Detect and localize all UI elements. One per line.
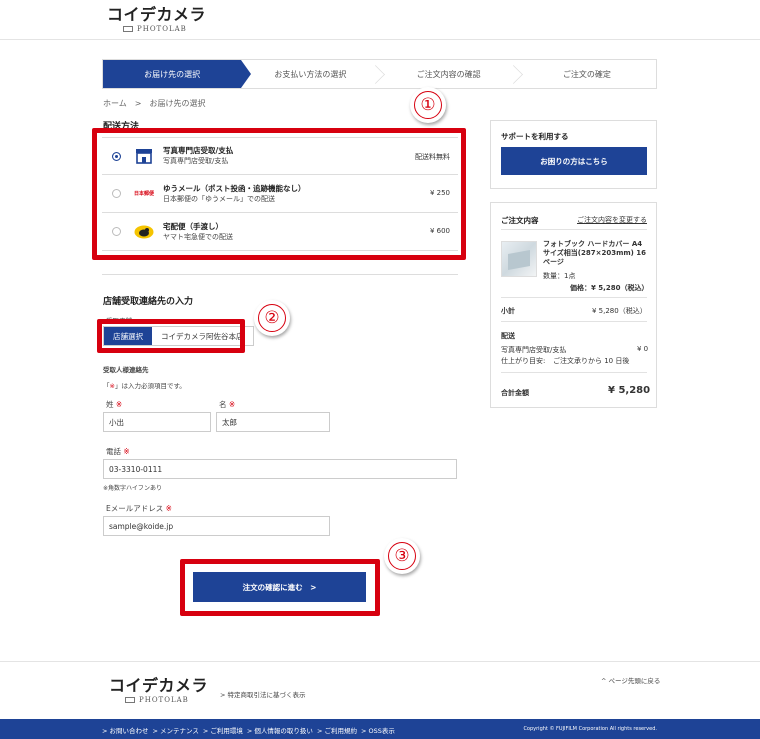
- shipping-method: 写真専門店受取/支払: [501, 346, 567, 354]
- marker-2-label: ②: [258, 304, 286, 332]
- photolab-icon: [125, 697, 135, 703]
- marker-1-label: ①: [414, 91, 442, 119]
- logo-sub-label: PHOTOLAB: [137, 25, 187, 33]
- marker-1: ①: [410, 87, 446, 123]
- divider: [501, 321, 647, 322]
- footer-nav: > お問い合わせ > メンテナンス > ご利用環境 > 個人情報の取り扱い > …: [102, 725, 395, 735]
- total-label: 合計金額: [501, 389, 529, 397]
- copyright: Copyright © FUJIFILM Corporation All rig…: [523, 726, 657, 732]
- support-title: サポートを利用する: [501, 132, 569, 141]
- email-label: Eメールアドレス ※: [106, 504, 172, 513]
- page-top-link[interactable]: ^ ページ先頭に戻る: [601, 675, 660, 685]
- shipping-price: ¥ 0: [637, 345, 649, 353]
- order-title: ご注文内容: [501, 216, 539, 225]
- divider: [501, 297, 647, 298]
- change-order-link[interactable]: ご注文内容を変更する: [577, 215, 647, 225]
- product-name: フォトブック ハードカバー A4サイズ相当(287×203mm) 16ページ: [543, 240, 647, 266]
- phone-note: ※角数字ハイフンあり: [103, 485, 163, 492]
- divider: [501, 372, 647, 373]
- highlight-box-1: [92, 128, 466, 260]
- phone-label: 電話 ※: [106, 447, 130, 456]
- footer-logo-subtext: PHOTOLAB: [125, 695, 208, 705]
- footer-link-maintenance[interactable]: > メンテナンス: [153, 725, 199, 735]
- divider: [501, 229, 647, 230]
- marker-3-label: ③: [388, 542, 416, 570]
- step-confirm: ご注文内容の確認: [380, 60, 518, 88]
- finish-estimate-label: 仕上がり目安:: [501, 357, 546, 365]
- step-payment: お支払い方法の選択: [241, 60, 379, 88]
- footer-logo[interactable]: コイデカメラ PHOTOLAB: [109, 677, 208, 705]
- product-thumbnail: [501, 241, 537, 277]
- first-name-label: 名 ※: [219, 400, 236, 409]
- section-divider: [102, 274, 458, 275]
- highlight-box-3: [180, 559, 380, 616]
- product-price: 価格：¥ 5,280（税込）: [570, 284, 649, 292]
- contact-label: 受取人様連絡先: [103, 366, 149, 374]
- footer-link-environment[interactable]: > ご利用環境: [203, 725, 243, 735]
- phone-input[interactable]: 03-3310-0111: [103, 459, 457, 479]
- last-name-label: 姓 ※: [106, 400, 123, 409]
- last-name-input[interactable]: 小出: [103, 412, 211, 432]
- store-contact-title: 店舗受取連絡先の入力: [103, 297, 194, 307]
- required-note: 「※」は入力必須項目です。: [103, 382, 186, 390]
- shipping-label: 配送: [501, 332, 515, 340]
- subtotal-value: ¥ 5,280（税込）: [592, 307, 647, 315]
- order-summary-box: [490, 202, 657, 408]
- email-input[interactable]: sample@koide.jp: [103, 516, 330, 536]
- site-logo[interactable]: コイデカメラ PHOTOLAB: [107, 6, 206, 34]
- subtotal-label: 小計: [501, 307, 515, 315]
- logo-text: コイデカメラ: [107, 5, 207, 24]
- footer-link-terms[interactable]: > ご利用規約: [317, 725, 357, 735]
- breadcrumb: ホーム > お届け先の選択: [103, 99, 206, 108]
- product-qty: 数量：1点: [543, 272, 576, 280]
- highlight-box-2: [97, 319, 245, 353]
- logo-subtext: PHOTOLAB: [123, 24, 206, 34]
- step-delivery: お届け先の選択: [103, 60, 252, 88]
- footer-logo-sub-label: PHOTOLAB: [139, 696, 189, 704]
- footer-link-contact[interactable]: > お問い合わせ: [102, 725, 149, 735]
- help-button[interactable]: お困りの方はこちら: [501, 147, 647, 175]
- finish-estimate-value: ご注文承りから 10 日後: [553, 357, 630, 365]
- footer-bar: > お問い合わせ > メンテナンス > ご利用環境 > 個人情報の取り扱い > …: [0, 719, 760, 739]
- total-value: ¥ 5,280: [608, 385, 651, 396]
- footer-logo-text: コイデカメラ: [109, 676, 209, 695]
- footer-link-privacy[interactable]: > 個人情報の取り扱い: [247, 725, 313, 735]
- photolab-icon: [123, 26, 133, 32]
- first-name-input[interactable]: 太郎: [216, 412, 330, 432]
- checkout-steps: お届け先の選択 お支払い方法の選択 ご注文内容の確認 ご注文の確定: [102, 59, 657, 89]
- step-complete: ご注文の確定: [562, 69, 611, 79]
- footer-link-oss[interactable]: > OSS表示: [361, 725, 395, 735]
- marker-2: ②: [254, 300, 290, 336]
- site-header: コイデカメラ PHOTOLAB: [0, 0, 760, 40]
- marker-3: ③: [384, 538, 420, 574]
- law-notice-link[interactable]: > 特定商取引法に基づく表示: [220, 689, 306, 699]
